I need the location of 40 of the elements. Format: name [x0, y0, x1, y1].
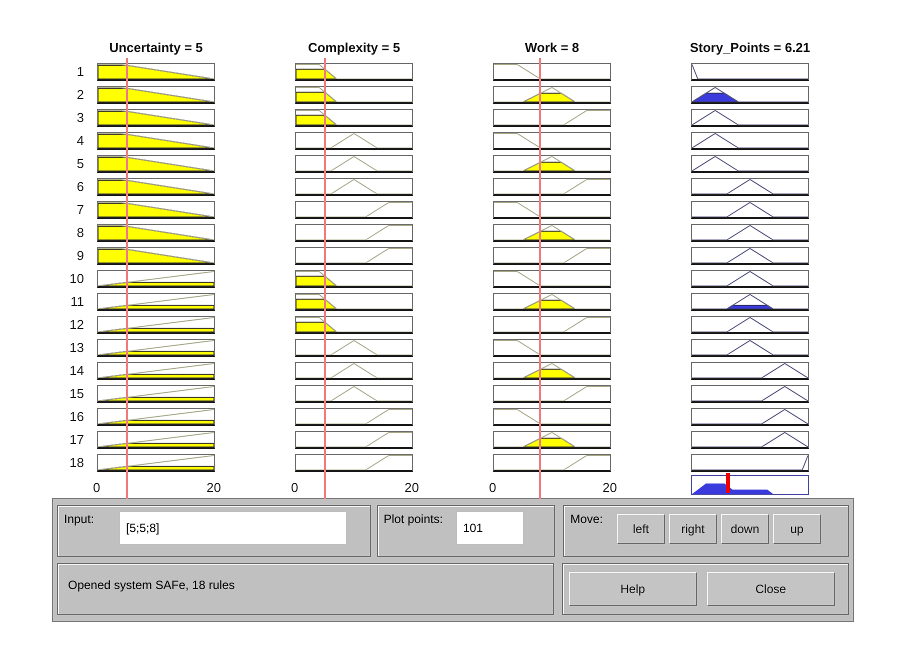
move-button[interactable]: down	[720, 514, 769, 544]
status-message: Opened system SAFe, 18 rules	[68, 578, 235, 592]
variable-title: Story_Points = 6.21	[688, 39, 812, 57]
variable-title: Complexity = 5	[306, 39, 402, 57]
rule-number: 5	[76, 155, 84, 173]
rule-number: 6	[76, 178, 84, 196]
move-button[interactable]: left	[616, 514, 665, 544]
axis-tick-label: 0	[93, 479, 100, 497]
rule-number: 11	[70, 293, 84, 311]
rule-number: 18	[70, 454, 84, 472]
axis-tick-label: 0	[291, 479, 298, 497]
rule-number: 9	[76, 247, 84, 265]
rule-number: 10	[70, 270, 84, 288]
axis-tick-label: 20	[404, 479, 419, 497]
axis-tick-label: 20	[602, 479, 617, 497]
rule-number: 15	[70, 385, 84, 403]
rule-number: 13	[70, 339, 84, 357]
variable-title: Uncertainty = 5	[108, 39, 204, 57]
plot-points-field[interactable]: 101	[456, 512, 523, 544]
rule-number: 14	[70, 362, 84, 380]
plot-points-label: Plot points:	[384, 512, 443, 526]
rule-number: 8	[76, 224, 84, 242]
axis-tick-label: 0	[489, 479, 496, 497]
variable-title: Work = 8	[524, 39, 580, 57]
rule-number: 4	[76, 132, 84, 150]
move-button[interactable]: up	[772, 514, 821, 544]
input-field[interactable]: [5;5;8]	[120, 512, 346, 544]
rule-number: 7	[76, 201, 84, 219]
move-button[interactable]: right	[668, 514, 717, 544]
rule-number: 12	[70, 316, 84, 334]
rule-number: 17	[70, 431, 84, 449]
input-label: Input:	[64, 512, 94, 526]
close-button[interactable]: Close	[706, 572, 835, 606]
rule-number: 2	[76, 86, 84, 104]
axis-tick-label: 20	[206, 479, 221, 497]
help-button[interactable]: Help	[568, 572, 697, 606]
rule-number: 3	[76, 109, 84, 127]
rule-number: 1	[76, 63, 84, 81]
move-label: Move:	[570, 512, 603, 526]
rule-number: 16	[70, 408, 84, 426]
